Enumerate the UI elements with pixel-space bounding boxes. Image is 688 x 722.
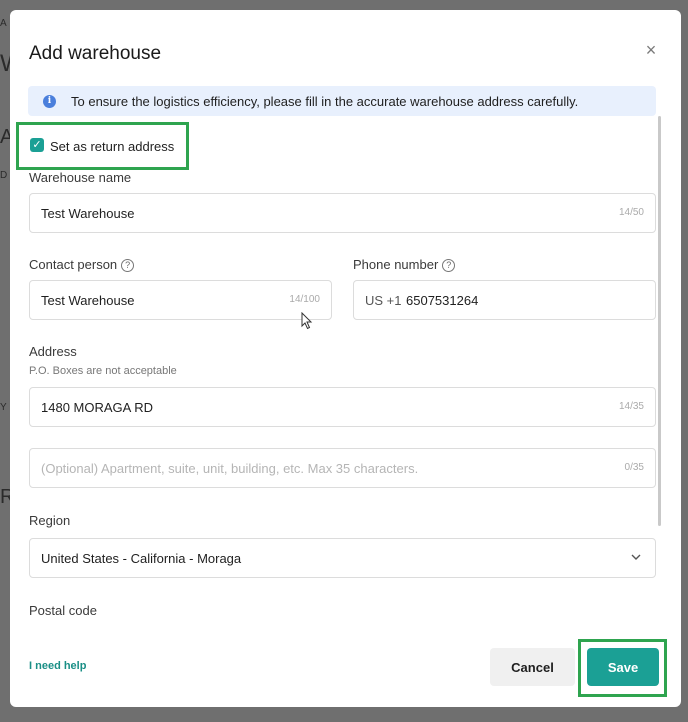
info-banner: i To ensure the logistics efficiency, pl… <box>28 86 656 116</box>
char-counter: 0/35 <box>624 462 644 473</box>
char-counter: 14/35 <box>618 401 644 412</box>
phone-number-input[interactable]: US +1 6507531264 <box>353 280 656 320</box>
char-counter: 14/100 <box>289 294 320 305</box>
cancel-button[interactable]: Cancel <box>490 648 575 686</box>
address-line1-value: 1480 MORAGA RD <box>41 400 153 415</box>
return-address-label[interactable]: Set as return address <box>50 139 174 154</box>
address-line2-placeholder: (Optional) Apartment, suite, unit, build… <box>41 461 419 476</box>
background-fragment: A <box>0 18 7 29</box>
warehouse-name-input[interactable]: Test Warehouse 14/50 <box>29 193 656 233</box>
add-warehouse-dialog: Add warehouse × i To ensure the logistic… <box>10 10 681 707</box>
region-value: United States - California - Moraga <box>41 551 242 566</box>
warehouse-name-value: Test Warehouse <box>41 206 135 221</box>
chevron-down-icon <box>631 554 641 560</box>
form-scroll-area: i To ensure the logistics efficiency, pl… <box>10 86 670 626</box>
background-fragment: D <box>0 170 8 181</box>
region-select[interactable]: United States - California - Moraga <box>29 538 656 578</box>
background-fragment: Y <box>0 402 7 413</box>
region-label: Region <box>29 513 71 528</box>
save-button[interactable]: Save <box>587 648 659 686</box>
char-counter: 14/50 <box>618 207 644 218</box>
help-link[interactable]: I need help <box>29 660 86 672</box>
return-address-checkbox[interactable]: ✓ <box>30 138 44 152</box>
phone-number-label-text: Phone number <box>353 257 439 272</box>
address-line2-input[interactable]: (Optional) Apartment, suite, unit, build… <box>29 448 656 488</box>
help-icon[interactable]: ? <box>121 259 135 272</box>
address-hint: P.O. Boxes are not acceptable <box>29 365 177 377</box>
mouse-cursor-icon <box>301 312 313 330</box>
address-label: Address <box>29 344 77 359</box>
address-line1-input[interactable]: 1480 MORAGA RD 14/35 <box>29 387 656 427</box>
contact-person-label-text: Contact person <box>29 257 118 272</box>
info-banner-text: To ensure the logistics efficiency, plea… <box>71 93 579 109</box>
help-icon[interactable]: ? <box>442 259 456 272</box>
warehouse-name-label: Warehouse name <box>29 170 132 185</box>
country-code-prefix[interactable]: US +1 <box>365 293 402 308</box>
phone-number-label: Phone number? <box>353 257 456 272</box>
info-icon: i <box>43 94 56 108</box>
postal-code-label: Postal code <box>29 603 97 618</box>
close-icon[interactable]: × <box>643 41 659 59</box>
scrollbar[interactable] <box>658 116 661 526</box>
contact-person-label: Contact person? <box>29 257 135 272</box>
phone-number-value: 6507531264 <box>406 293 479 308</box>
dialog-title: Add warehouse <box>29 43 162 64</box>
contact-person-value: Test Warehouse <box>41 293 135 308</box>
contact-person-input[interactable]: Test Warehouse 14/100 <box>29 280 332 320</box>
